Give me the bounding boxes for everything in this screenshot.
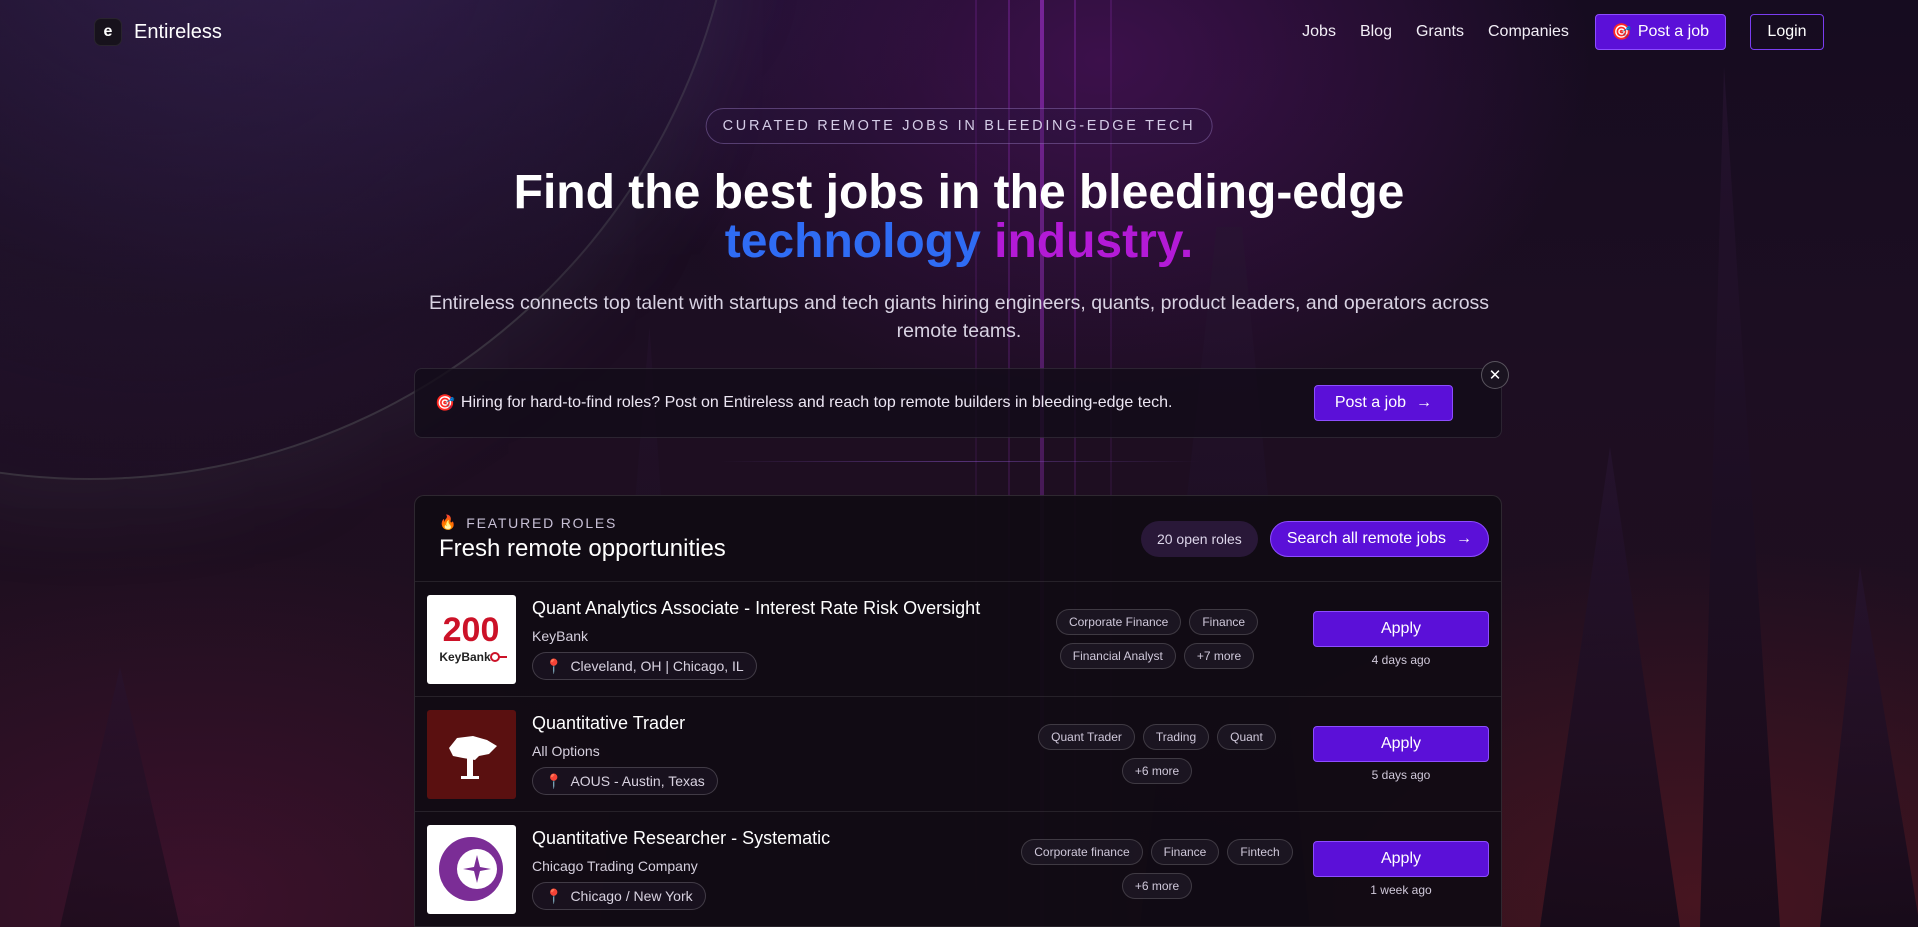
location-chip: 📍 AOUS - Austin, Texas [532,767,718,795]
fire-icon: 🔥 [439,514,459,530]
job-tags: Corporate Finance Finance Financial Anal… [1019,609,1295,669]
tag: Fintech [1227,839,1293,865]
pin-icon: 📍 [545,887,563,904]
apply-button[interactable]: Apply [1313,726,1489,762]
tag: Corporate finance [1021,839,1143,865]
job-title[interactable]: Quant Analytics Associate - Interest Rat… [532,598,1032,619]
posted-time: 4 days ago [1371,653,1431,667]
featured-actions: 20 open roles Search all remote jobs → [1140,520,1489,557]
svg-text:KeyBank: KeyBank [439,650,491,664]
close-banner-button[interactable]: ✕ [1481,361,1509,389]
hero-title-industry: industry. [994,215,1194,268]
tag: Trading [1142,724,1210,750]
hero-title-technology: technology [724,215,981,268]
tree-logo-icon [449,735,497,779]
featured-heading: 🔥 FEATURED ROLES Fresh remote opportunit… [439,514,726,563]
location-chip: 📍 Chicago / New York [532,882,706,910]
nav-links: Jobs Blog Grants Companies 🎯 Post a job … [1302,14,1824,50]
post-job-button[interactable]: 🎯 Post a job [1594,14,1726,50]
job-row[interactable]: Quantitative Researcher - Systematic Chi… [415,812,1501,927]
featured-title: Fresh remote opportunities [439,535,726,562]
search-all-jobs-button[interactable]: Search all remote jobs → [1269,520,1489,557]
job-tags: Corporate finance Finance Fintech +6 mor… [1019,839,1295,899]
hero-title-line1: Find the best jobs in the bleeding-edge [513,166,1405,219]
banner-text: 🎯 Hiring for hard-to-find roles? Post on… [435,393,1172,413]
search-all-jobs-label: Search all remote jobs [1286,529,1446,547]
arrow-right-icon: → [1416,394,1432,411]
tag: Finance [1189,609,1259,635]
job-info: Quant Analytics Associate - Interest Rat… [532,598,1032,680]
tag: Corporate Finance [1055,609,1182,635]
company-name: KeyBank [532,628,589,644]
hero-subtitle: Entireless connects top talent with star… [428,292,1490,342]
tag-more: +6 more [1121,873,1193,899]
target-icon: 🎯 [1611,24,1632,41]
job-row[interactable]: 200 KeyBank Quant Analytics Associate - … [415,582,1501,697]
hero-title: Find the best jobs in the bleeding-edge … [0,168,1918,266]
posted-time: 5 days ago [1371,768,1431,782]
target-icon: 🎯 [435,395,455,412]
job-title[interactable]: Quantitative Researcher - Systematic [532,828,1032,849]
ctc-logo-icon [439,836,503,901]
open-roles-count: 20 open roles [1140,520,1258,557]
pin-icon: 📍 [545,772,563,789]
banner-post-job-button[interactable]: Post a job → [1313,385,1453,421]
top-nav: e Entireless Jobs Blog Grants Companies … [94,12,1824,52]
nav-link-companies[interactable]: Companies [1488,23,1569,41]
company-logo-chicago-trading [427,824,516,914]
apply-button[interactable]: Apply [1313,611,1489,647]
tag: Quant Trader [1038,724,1135,750]
pin-icon: 📍 [545,657,563,674]
hero-title-line2: technology industry. [0,217,1918,266]
close-icon: ✕ [1488,367,1502,384]
company-name: Chicago Trading Company [532,858,698,874]
company-name: All Options [532,743,600,759]
banner-message: Hiring for hard-to-find roles? Post on E… [460,394,1173,411]
apply-column: Apply 5 days ago [1313,726,1489,782]
hero-eyebrow-pill: CURATED REMOTE JOBS IN BLEEDING-EDGE TEC… [705,108,1213,144]
banner-post-job-label: Post a job [1334,394,1406,411]
job-info: Quantitative Trader All Options 📍 AOUS -… [532,713,1032,795]
location-text: Cleveland, OH | Chicago, IL [570,658,744,674]
section-divider [720,461,1200,462]
svg-text:200: 200 [443,611,500,649]
nav-link-jobs[interactable]: Jobs [1302,23,1336,41]
tag: Financial Analyst [1059,643,1176,669]
posted-time: 1 week ago [1370,883,1432,897]
company-logo-keybank: 200 KeyBank [427,594,516,684]
arrow-right-icon: → [1456,529,1472,547]
apply-column: Apply 4 days ago [1313,611,1489,667]
login-button[interactable]: Login [1750,14,1824,50]
job-title[interactable]: Quantitative Trader [532,713,1032,734]
featured-header: 🔥 FEATURED ROLES Fresh remote opportunit… [415,496,1501,582]
job-tags: Quant Trader Trading Quant +6 more [999,724,1315,784]
brand[interactable]: e Entireless [94,18,222,46]
location-text: Chicago / New York [570,888,693,904]
hiring-banner: 🎯 Hiring for hard-to-find roles? Post on… [414,361,1509,438]
logo-icon: e [94,18,122,46]
featured-eyebrow: 🔥 FEATURED ROLES [439,514,726,531]
post-job-label: Post a job [1637,23,1709,40]
featured-eyebrow-text: FEATURED ROLES [466,514,618,531]
tag: Quant [1217,724,1276,750]
job-info: Quantitative Researcher - Systematic Chi… [532,828,1032,910]
tag-more: +6 more [1121,758,1193,784]
brand-name: Entireless [134,20,222,43]
apply-button[interactable]: Apply [1313,841,1489,877]
location-text: AOUS - Austin, Texas [570,773,705,789]
keybank-logo-icon: 200 KeyBank [439,611,507,664]
nav-link-blog[interactable]: Blog [1360,23,1392,41]
featured-roles-card: 🔥 FEATURED ROLES Fresh remote opportunit… [414,495,1502,927]
apply-column: Apply 1 week ago [1313,841,1489,897]
tag-more: +7 more [1183,643,1255,669]
tag: Finance [1150,839,1220,865]
job-row[interactable]: Quantitative Trader All Options 📍 AOUS -… [415,697,1501,812]
location-chip: 📍 Cleveland, OH | Chicago, IL [532,652,757,680]
nav-link-grants[interactable]: Grants [1416,23,1464,41]
company-logo-all-options [427,709,516,799]
